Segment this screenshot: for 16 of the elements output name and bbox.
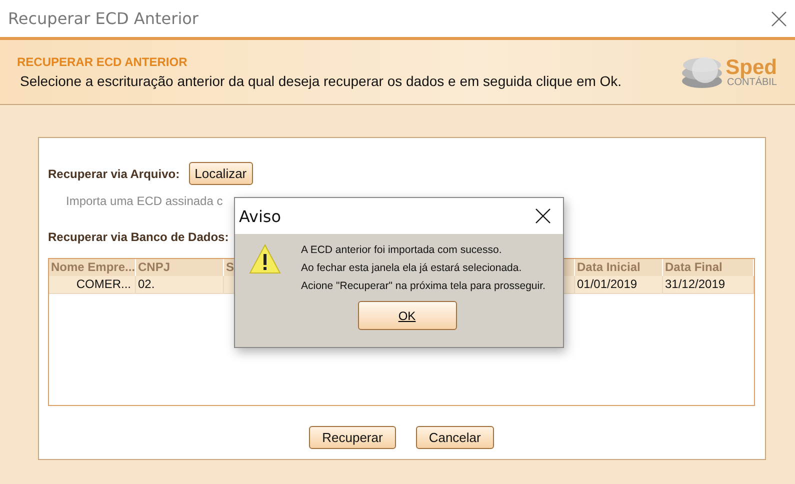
file-label: Recuperar via Arquivo:: [48, 166, 180, 180]
dialog-message: Acione "Recuperar" na próxima tela para prosseguir.: [301, 280, 546, 292]
database-label: Recuperar via Banco de Dados:: [48, 230, 229, 244]
table-cell: 01/01/2019: [575, 276, 663, 293]
window-title: Recuperar ECD Anterior: [8, 9, 199, 28]
dialog-message: A ECD anterior foi importada com sucesso.: [301, 244, 503, 256]
dialog-title: Aviso: [239, 206, 282, 226]
table-cell: COMER...: [49, 276, 136, 293]
logo-name: Sped: [726, 56, 777, 78]
dialog-message: Ao fechar esta janela ela já estará selecionada.: [301, 262, 523, 274]
logo-tagline: CONTÁBIL: [726, 78, 777, 88]
file-hint: Importa uma ECD assinada c: [66, 194, 224, 208]
header-subtitle: Selecione a escrituração anterior da qual deseja recuperar os dados e em seguida clique em Ok.: [19, 73, 622, 89]
table-cell: 02.: [136, 276, 224, 293]
header-title: RECUPERAR ECD ANTERIOR: [17, 55, 188, 69]
table-cell: 31/12/2019: [663, 276, 754, 293]
